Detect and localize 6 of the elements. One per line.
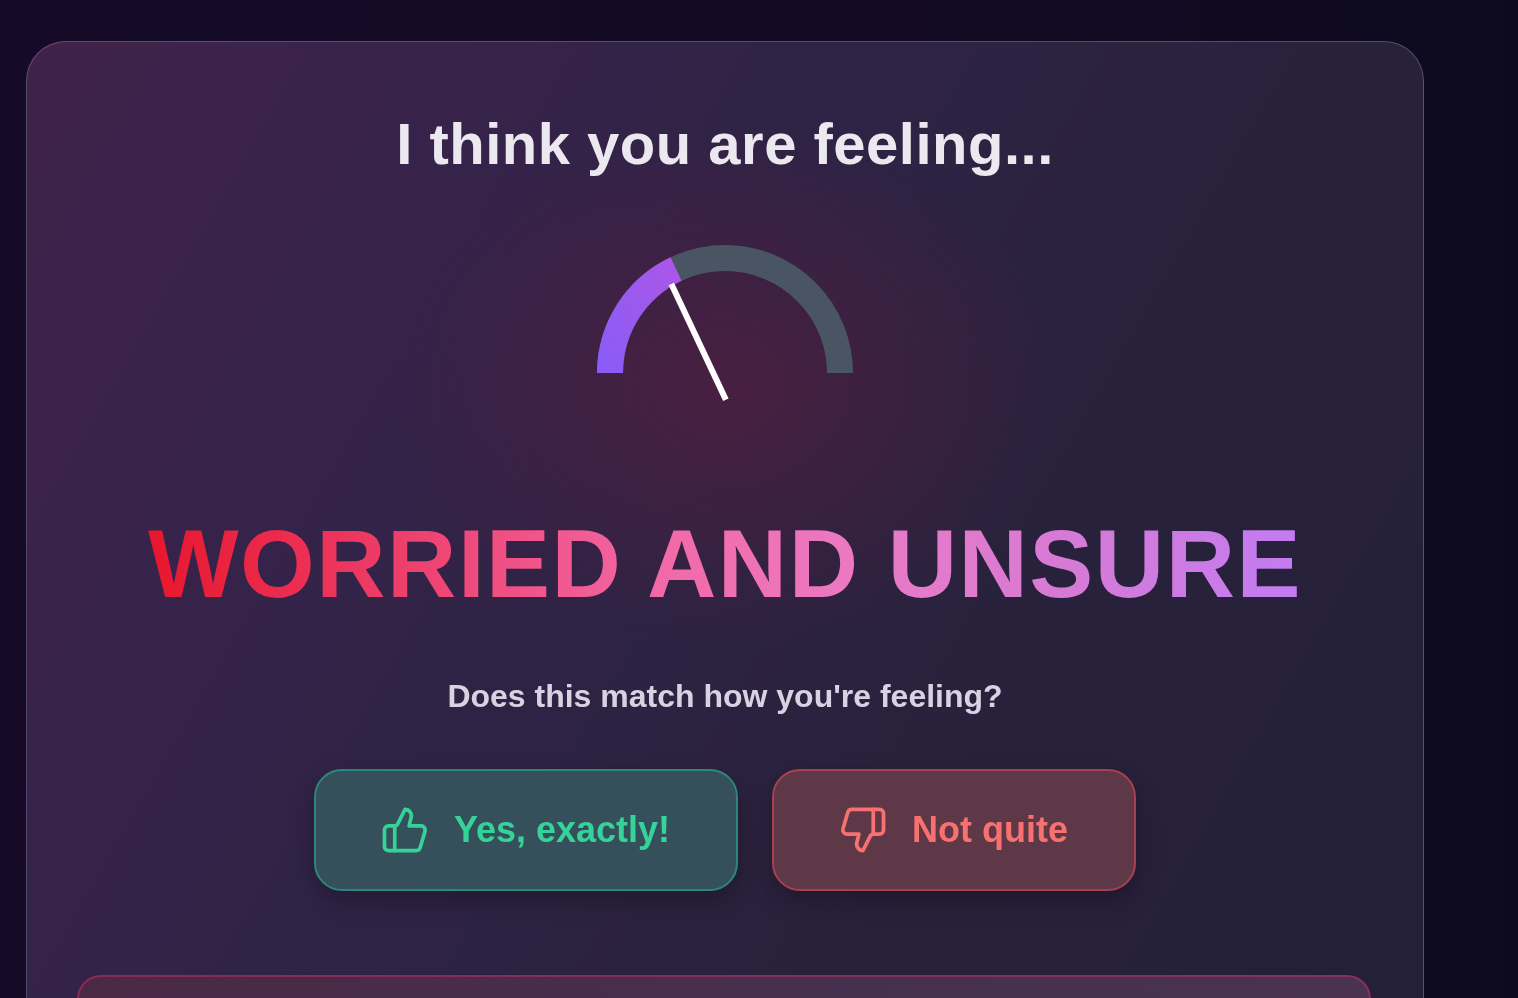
thumbs-down-icon bbox=[840, 806, 887, 853]
decline-button[interactable]: Not quite bbox=[772, 768, 1137, 891]
heading: I think you are feeling... bbox=[395, 110, 1055, 178]
question-text: Does this match how you're feeling? bbox=[446, 677, 1004, 716]
thumbs-up-icon bbox=[381, 806, 428, 853]
confirm-button[interactable]: Yes, exactly! bbox=[313, 768, 739, 891]
